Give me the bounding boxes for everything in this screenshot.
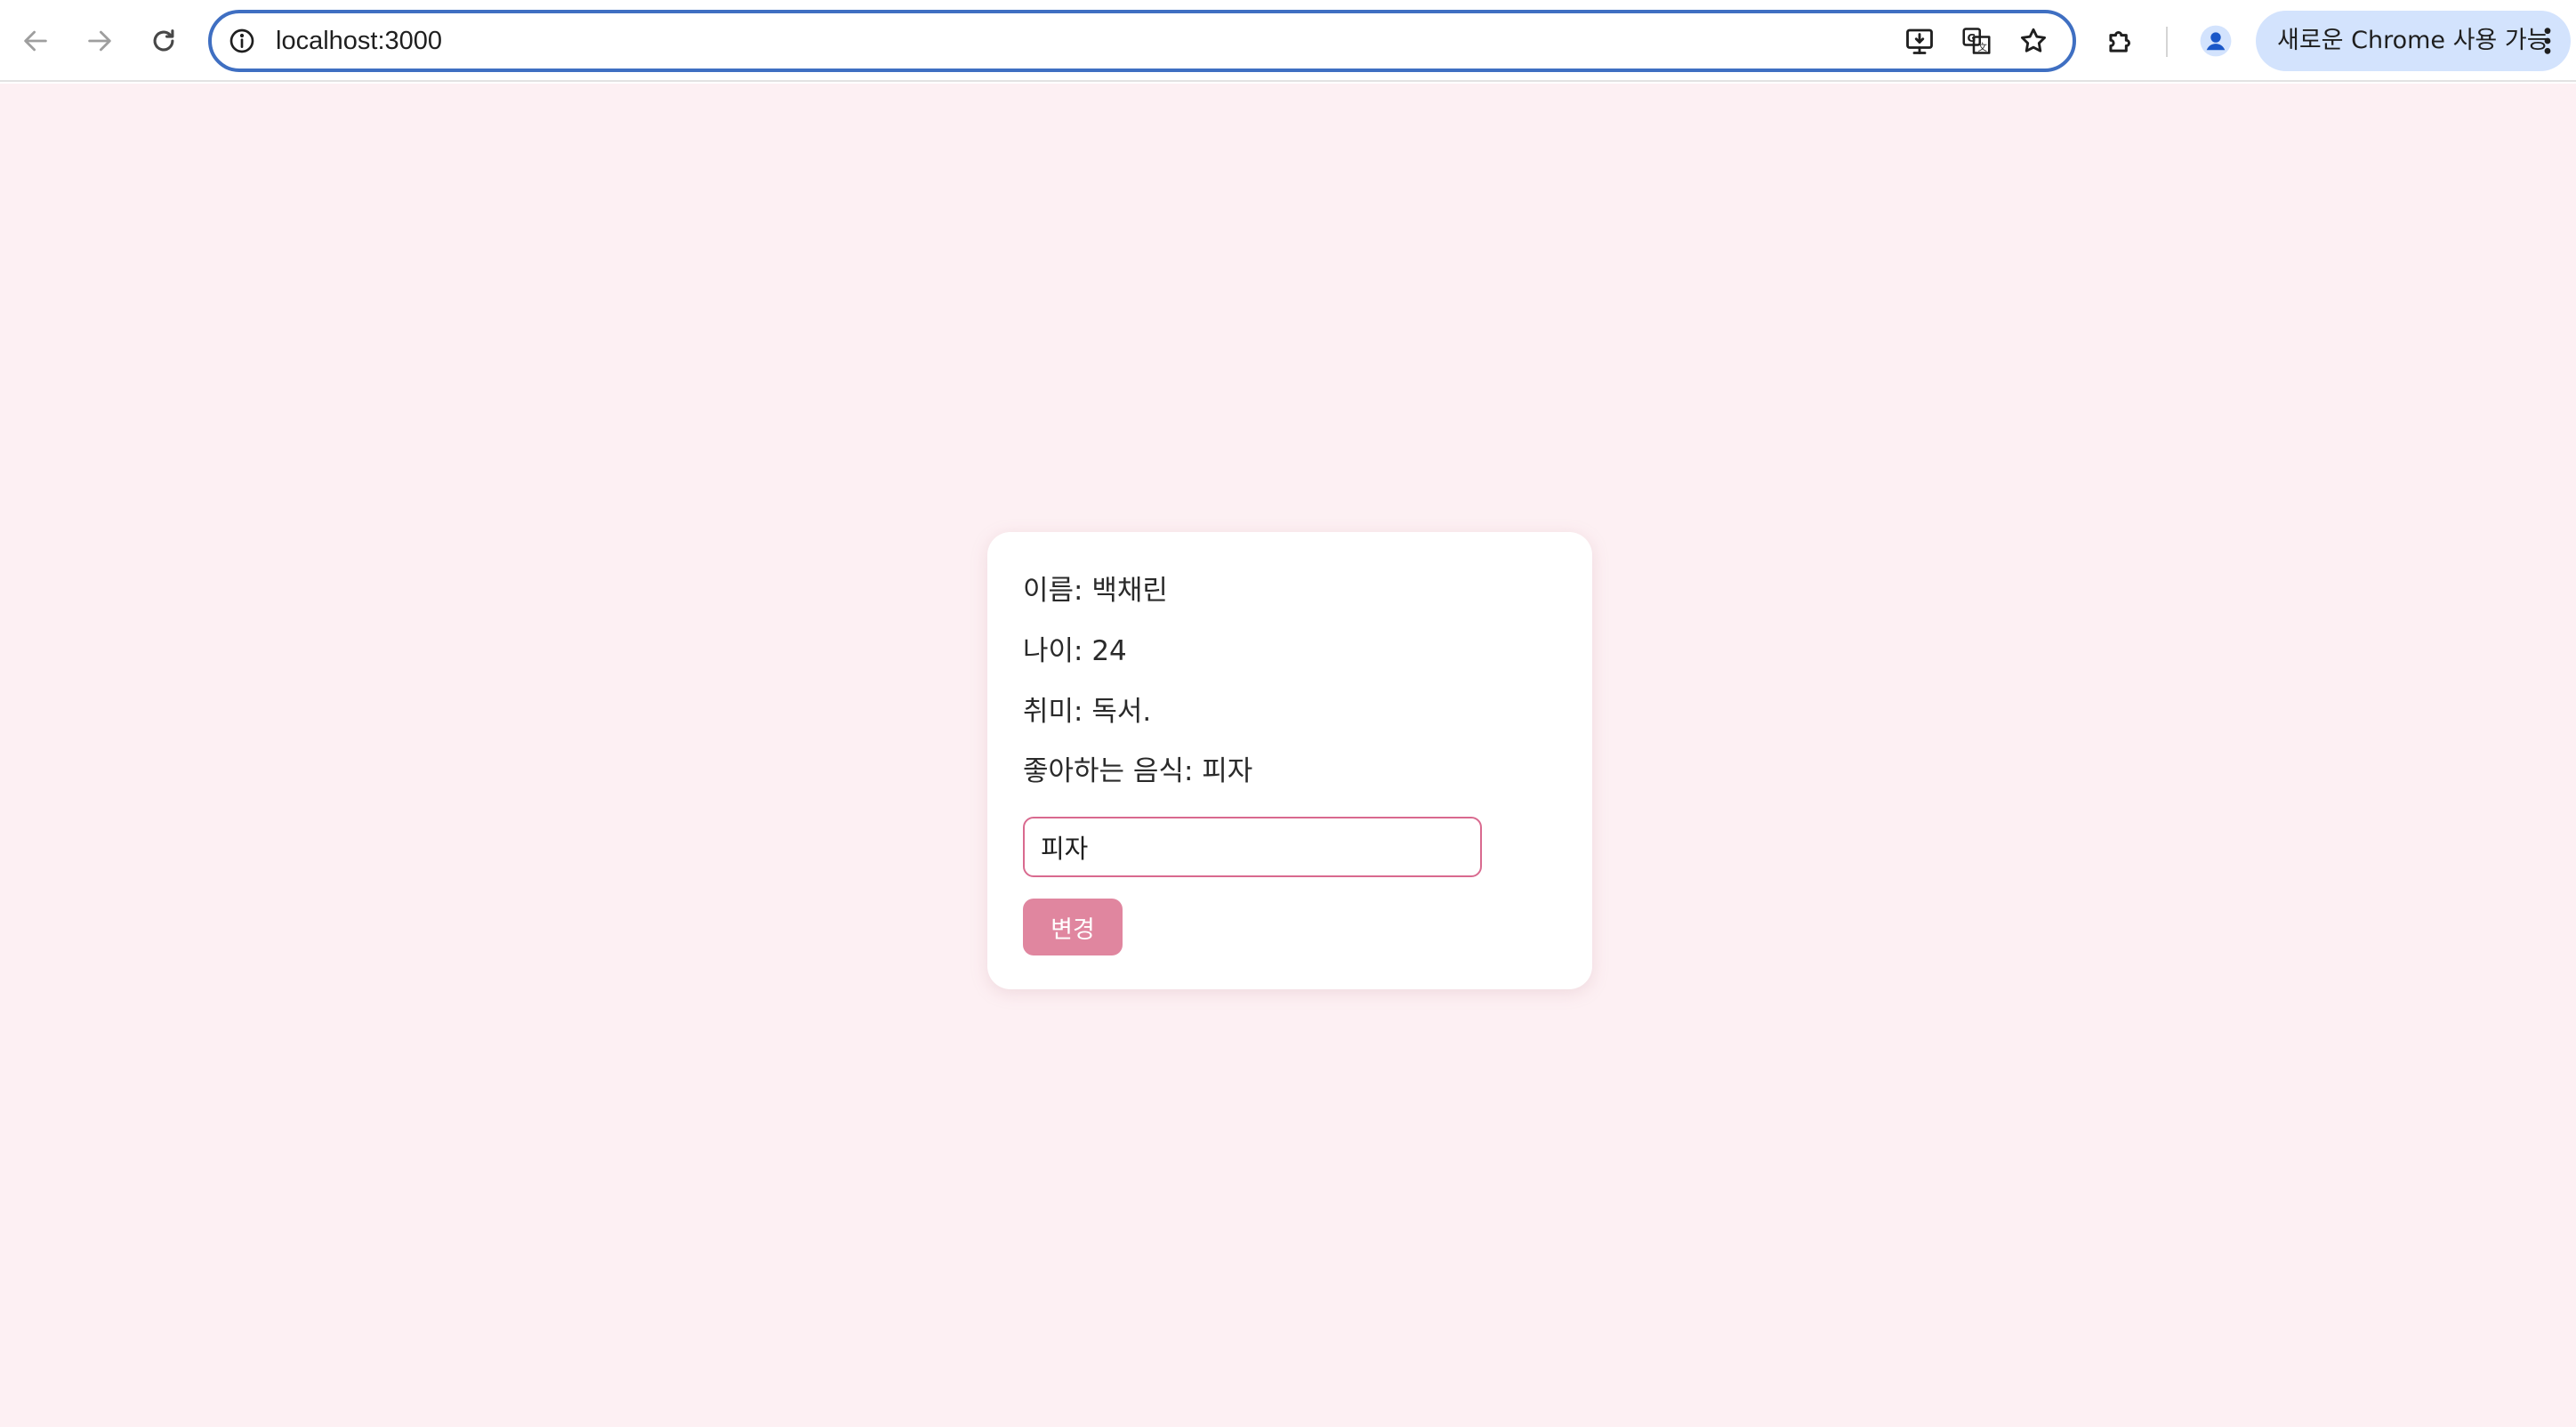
translate-icon: G 文 <box>1962 28 1991 54</box>
address-bar[interactable]: localhost:3000 G 文 <box>208 10 2076 72</box>
reload-button[interactable] <box>139 16 189 66</box>
extensions-button[interactable] <box>2099 20 2142 62</box>
name-text: 이름: 백채린 <box>1023 575 1168 607</box>
age-text: 나이: 24 <box>1023 635 1127 667</box>
translate-button[interactable]: G 文 <box>1959 23 1994 59</box>
hobby-text: 취미: 독서. <box>1023 696 1152 728</box>
back-button[interactable] <box>11 16 60 66</box>
site-info-icon[interactable] <box>228 27 256 55</box>
change-button[interactable]: 변경 <box>1023 899 1123 955</box>
page-viewport: 이름: 백채린 나이: 24 취미: 독서. 좋아하는 음식: 피자 변경 <box>0 84 2576 1427</box>
chrome-update-chip[interactable]: 새로운 Chrome 사용 가능 <box>2256 11 2571 71</box>
browser-toolbar: localhost:3000 G 文 새로운 Chrome 사용 가능 <box>0 0 2576 82</box>
profile-card: 이름: 백채린 나이: 24 취미: 독서. 좋아하는 음식: 피자 변경 <box>987 532 1592 989</box>
favorite-food-input[interactable] <box>1023 817 1482 877</box>
svg-text:G: G <box>1968 32 1976 44</box>
reload-icon <box>153 29 174 52</box>
svg-text:文: 文 <box>1978 42 1988 53</box>
toolbar-divider <box>2166 27 2168 57</box>
forward-button[interactable] <box>75 16 125 66</box>
arrow-left-icon <box>24 30 47 52</box>
url-text[interactable]: localhost:3000 <box>276 13 442 69</box>
star-icon <box>2020 28 2047 52</box>
puzzle-icon <box>2109 31 2130 52</box>
chrome-update-label: 새로운 Chrome 사용 가능 <box>2277 27 2549 54</box>
install-app-button[interactable] <box>1902 23 1937 59</box>
bookmark-button[interactable] <box>2016 23 2051 59</box>
avatar-icon <box>2200 25 2232 57</box>
more-vert-icon <box>2544 28 2551 54</box>
install-desktop-icon <box>1906 28 1933 54</box>
favorite-food-text: 좋아하는 음식: 피자 <box>1023 755 1253 787</box>
profile-button[interactable] <box>2194 20 2237 62</box>
arrow-right-icon <box>88 30 111 52</box>
